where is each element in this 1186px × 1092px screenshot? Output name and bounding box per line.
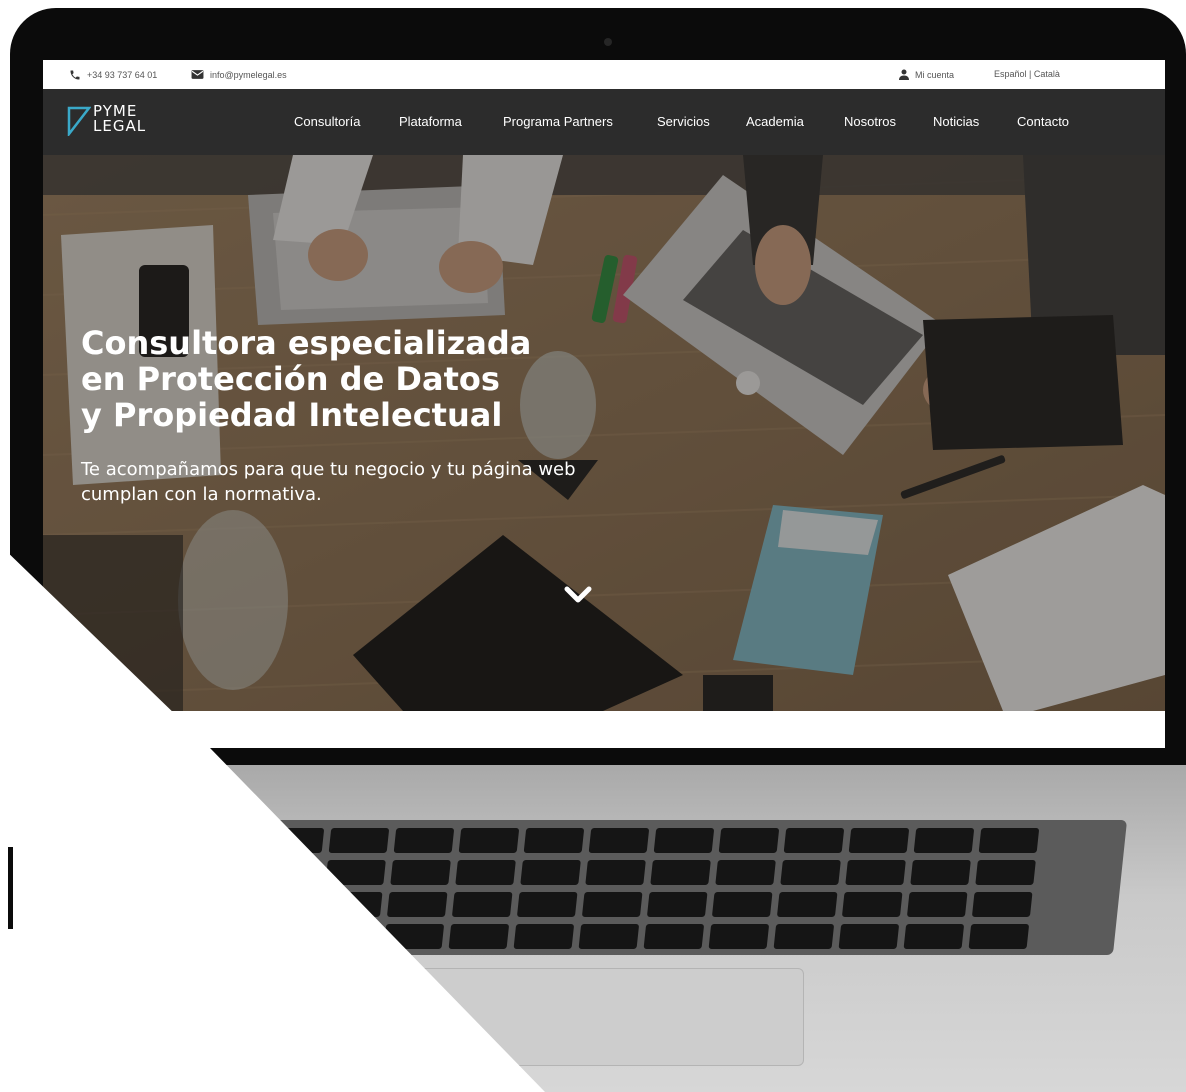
chevron-down-icon[interactable] bbox=[564, 585, 592, 605]
phone-contact[interactable]: +34 93 737 64 01 bbox=[69, 69, 157, 81]
envelope-icon bbox=[191, 70, 204, 79]
language-switcher[interactable]: Español | Català bbox=[994, 69, 1060, 79]
decorative-black-bar bbox=[8, 847, 13, 929]
hero-section: Consultora especializada en Protección d… bbox=[43, 155, 1165, 711]
camera bbox=[604, 38, 612, 46]
trackpad bbox=[400, 968, 804, 1066]
account-label: Mi cuenta bbox=[915, 69, 955, 80]
hero-title: Consultora especializada en Protección d… bbox=[81, 325, 531, 433]
hero-title-line-2: en Protección de Datos bbox=[81, 360, 500, 398]
keyboard bbox=[242, 820, 1128, 955]
content-start bbox=[43, 711, 1165, 748]
site-logo[interactable]: PYME LEGAL bbox=[67, 104, 167, 140]
logo-mark bbox=[67, 106, 91, 136]
hero-subtitle: Te acompañamos para que tu negocio y tu … bbox=[81, 457, 576, 507]
logo-line-2: LEGAL bbox=[93, 117, 147, 135]
language-label: Español | Català bbox=[994, 69, 1060, 79]
nav-item-noticias[interactable]: Noticias bbox=[933, 114, 979, 129]
phone-number: +34 93 737 64 01 bbox=[87, 70, 158, 80]
top-contact-bar: +34 93 737 64 01 info@pymelegal.es Mi cu… bbox=[43, 60, 1165, 89]
nav-item-servicios[interactable]: Servicios bbox=[657, 114, 710, 129]
hero-title-line-3: y Propiedad Intelectual bbox=[81, 396, 503, 434]
nav-item-nosotros[interactable]: Nosotros bbox=[844, 114, 896, 129]
hero-subtitle-line-1: Te acompañamos para que tu negocio y tu … bbox=[81, 459, 576, 480]
browser-screen: +34 93 737 64 01 info@pymelegal.es Mi cu… bbox=[43, 60, 1165, 748]
email-address: info@pymelegal.es bbox=[210, 69, 287, 80]
main-navbar: PYME LEGAL Consultoría Plataforma Progra… bbox=[43, 89, 1165, 155]
nav-item-consultoria[interactable]: Consultoría bbox=[294, 114, 360, 129]
nav-item-plataforma[interactable]: Plataforma bbox=[399, 114, 462, 129]
hero-title-line-1: Consultora especializada bbox=[81, 324, 532, 362]
logo-text: PYME LEGAL bbox=[93, 104, 146, 134]
phone-icon bbox=[70, 70, 80, 80]
account-link[interactable]: Mi cuenta bbox=[899, 69, 954, 80]
nav-item-contacto[interactable]: Contacto bbox=[1017, 114, 1069, 129]
user-icon bbox=[899, 69, 909, 80]
email-contact[interactable]: info@pymelegal.es bbox=[191, 69, 287, 80]
hero-subtitle-line-2: cumplan con la normativa. bbox=[81, 484, 322, 505]
nav-item-academia[interactable]: Academia bbox=[746, 114, 804, 129]
nav-item-programa-partners[interactable]: Programa Partners bbox=[503, 114, 613, 129]
